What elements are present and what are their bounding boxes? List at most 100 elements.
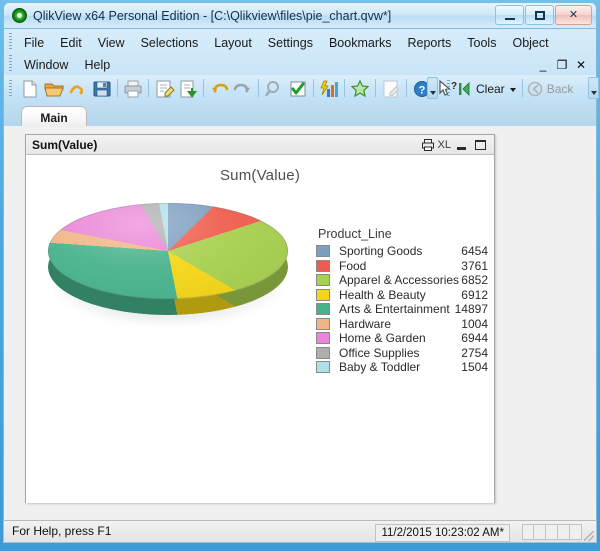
menu-item-help[interactable]: Help [76,54,118,76]
legend-color-swatch [316,346,330,359]
legend-row[interactable]: Baby & Toddler 1504 [316,360,488,375]
open-document-icon[interactable] [42,77,66,101]
status-help-text: For Help, press F1 [12,524,112,538]
navigation-toolbar-overflow-button[interactable] [588,77,599,99]
legend-color-swatch [316,259,330,272]
menu-gripper-row2[interactable] [9,55,12,71]
legend-value: 6454 [461,244,488,258]
legend-color-swatch [316,288,330,301]
legend-row[interactable]: Office Supplies 2754 [316,346,488,361]
legend-row[interactable]: Sporting Goods 6454 [316,244,488,259]
legend-value: 6912 [461,287,488,302]
legend-value: 14897 [454,302,488,316]
chart-object-caption-bar[interactable]: Sum(Value) XL [26,135,494,155]
sheet-tab-strip: Main [3,102,597,130]
legend-value: 6852 [461,273,488,287]
clear-selections-icon[interactable] [455,77,473,101]
mdi-restore-button[interactable]: ❐ [554,56,570,74]
pie-top-surface[interactable] [48,203,288,299]
legend-label: Health & Beauty [339,287,426,302]
menu-item-object[interactable]: Object [504,32,556,54]
legend-row[interactable]: Apparel & Accessories 6852 [316,273,488,288]
menu-bar: File Edit View Selections Layout Setting… [3,29,597,75]
reload-data-icon[interactable] [176,77,200,101]
clear-dropdown-caret-icon[interactable] [508,77,519,101]
edit-script-icon[interactable] [152,77,176,101]
pie-chart-object[interactable]: Sum(Value) XL Sum(Value) Product_Line Sp… [25,134,495,503]
legend-label: Sporting Goods [339,244,423,258]
menu-item-settings[interactable]: Settings [260,32,321,54]
mdi-close-button[interactable]: ✕ [573,56,589,74]
status-cell [558,524,570,540]
minimize-object-icon[interactable] [454,137,470,153]
legend-color-swatch [316,274,330,286]
menu-item-reports[interactable]: Reports [400,32,460,54]
menu-item-window[interactable]: Window [16,54,76,76]
menu-item-selections[interactable]: Selections [133,32,207,54]
menu-item-tools[interactable]: Tools [459,32,504,54]
title-bar: QlikView x64 Personal Edition - [C:\Qlik… [3,2,597,29]
menu-item-bookmarks[interactable]: Bookmarks [321,32,400,54]
edit-module-icon[interactable] [379,77,403,101]
legend-row[interactable]: Home & Garden 6944 [316,331,488,346]
maximize-object-icon[interactable] [473,137,489,153]
legend-value: 6944 [461,331,488,345]
menu-row-secondary: Window Help [16,54,118,76]
status-cell [534,524,546,540]
legend-color-swatch [316,317,330,330]
toolbar-gripper[interactable] [9,80,12,97]
menu-item-edit[interactable]: Edit [52,32,90,54]
chart-plot-area: Sum(Value) Product_Line Sporting Goods 64… [26,155,494,503]
chart-object-caption-icons: XL [417,137,489,153]
status-bar: For Help, press F1 11/2/2015 10:23:02 AM… [3,520,597,543]
resize-grip-icon[interactable] [584,531,594,541]
legend-row[interactable]: Arts & Entertainment 14897 [316,302,488,317]
back-arrow-icon [526,77,544,101]
legend-value: 1004 [461,316,488,331]
undo-icon[interactable] [207,77,231,101]
status-cell [546,524,558,540]
legend-value: 3761 [461,258,488,273]
toolbar-separator [203,79,204,97]
menu-item-view[interactable]: View [90,32,133,54]
new-document-icon[interactable] [18,77,42,101]
legend-label: Arts & Entertainment [339,302,450,316]
window-close-button[interactable]: ✕ [555,5,592,25]
redo-icon[interactable] [231,77,255,101]
add-bookmark-icon[interactable] [348,77,372,101]
window-minimize-button[interactable] [495,5,524,25]
application-window: QlikView x64 Personal Edition - [C:\Qlik… [0,0,600,551]
window-maximize-button[interactable] [525,5,554,25]
reload-icon[interactable] [66,77,90,101]
toolbar-separator [117,79,118,97]
legend-row[interactable]: Hardware 1004 [316,317,488,332]
menu-gripper[interactable] [9,33,12,49]
legend-label: Baby & Toddler [339,360,421,374]
close-icon: ✕ [568,9,579,21]
legend-row[interactable]: Health & Beauty 6912 [316,288,488,303]
menu-item-layout[interactable]: Layout [206,32,260,54]
current-selections-icon[interactable] [286,77,310,101]
toolbar: ? ? Clear Back [3,75,599,102]
legend-row[interactable]: Food 3761 [316,259,488,274]
quick-chart-wizard-icon[interactable] [317,77,341,101]
search-icon[interactable] [262,77,286,101]
print-object-icon[interactable] [420,137,436,153]
export-to-excel-icon[interactable]: XL [438,137,451,153]
save-icon[interactable] [90,77,114,101]
mdi-minimize-button[interactable]: _ [535,56,551,74]
navigation-toolbar-gripper[interactable] [447,80,450,97]
pie-chart-graphic[interactable] [42,201,294,331]
toolbar-separator [313,79,314,97]
chart-title: Sum(Value) [219,167,301,184]
toolbar-overflow-button[interactable] [427,77,438,99]
sheet-workspace: Sum(Value) XL Sum(Value) Product_Line Sp… [3,126,597,520]
toolbar-separator [521,79,523,97]
legend-label: Food [339,258,367,273]
menu-item-file[interactable]: File [16,32,52,54]
legend-label: Home & Garden [339,331,426,345]
toolbar-separator [375,79,376,97]
legend-color-swatch [316,303,330,315]
clear-button-label[interactable]: Clear [473,77,508,101]
print-icon[interactable] [121,77,145,101]
